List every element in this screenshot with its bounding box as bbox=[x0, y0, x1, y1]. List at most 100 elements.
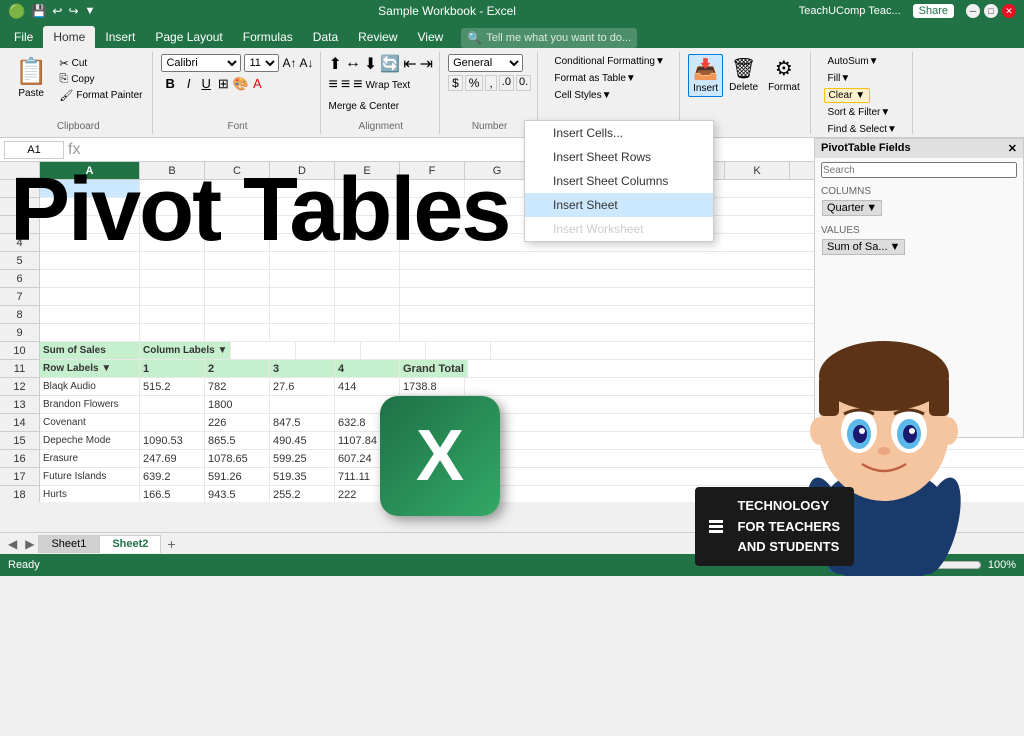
row-4[interactable]: 4 bbox=[0, 234, 39, 252]
cell-e4[interactable] bbox=[335, 234, 400, 251]
cell-c8[interactable] bbox=[205, 306, 270, 323]
cell-10-e[interactable] bbox=[361, 342, 426, 359]
align-right-button[interactable]: ≡ bbox=[353, 76, 362, 94]
quick-save[interactable]: 💾 bbox=[31, 4, 46, 18]
tab-data[interactable]: Data bbox=[303, 26, 348, 48]
align-top-button[interactable]: ⬆ bbox=[329, 54, 342, 74]
clear-button[interactable]: Clear ▼ bbox=[824, 88, 871, 103]
conditional-formatting-button[interactable]: Conditional Formatting▼ bbox=[550, 54, 669, 69]
tab-formulas[interactable]: Formulas bbox=[233, 26, 303, 48]
comma-button[interactable]: , bbox=[485, 75, 496, 91]
paste-button[interactable]: 📋 Paste bbox=[10, 54, 52, 101]
cell-g1[interactable] bbox=[465, 180, 530, 197]
close-button[interactable]: ✕ bbox=[1002, 4, 1016, 18]
quick-access-more[interactable]: ▼ bbox=[85, 5, 96, 17]
cell-e6[interactable] bbox=[335, 270, 400, 287]
cell-d9[interactable] bbox=[270, 324, 335, 341]
cell-r14-c2[interactable]: 226 bbox=[205, 414, 270, 431]
align-middle-button[interactable]: ↔ bbox=[345, 54, 361, 74]
cell-r18-name[interactable]: Hurts bbox=[40, 486, 140, 502]
cell-e5[interactable] bbox=[335, 252, 400, 269]
col-header-e[interactable]: E bbox=[335, 162, 400, 179]
ribbon-search[interactable]: Tell me what you want to do... bbox=[486, 32, 631, 44]
bold-button[interactable]: B bbox=[161, 74, 178, 93]
row-16[interactable]: 16 bbox=[0, 450, 39, 468]
cell-r14-name[interactable]: Covenant bbox=[40, 414, 140, 431]
minimize-button[interactable]: ─ bbox=[966, 4, 980, 18]
cell-r13-c3[interactable] bbox=[270, 396, 335, 413]
cell-c7[interactable] bbox=[205, 288, 270, 305]
cell-d1[interactable] bbox=[270, 180, 335, 197]
align-bottom-button[interactable]: ⬇ bbox=[364, 54, 377, 74]
cell-r13-name[interactable]: Brandon Flowers bbox=[40, 396, 140, 413]
cell-a4[interactable] bbox=[40, 234, 140, 251]
cell-r12-name[interactable]: Blaqk Audio bbox=[40, 378, 140, 395]
tab-file[interactable]: File bbox=[4, 26, 43, 48]
delete-button[interactable]: 🗑 Delete bbox=[725, 54, 762, 95]
cell-c6[interactable] bbox=[205, 270, 270, 287]
border-button[interactable]: ⊞ bbox=[218, 76, 229, 92]
cell-10-f[interactable] bbox=[426, 342, 491, 359]
fill-color-button[interactable]: 🎨 bbox=[233, 76, 249, 92]
row-5[interactable]: 5 bbox=[0, 252, 39, 270]
sheet-tab-1[interactable]: Sheet1 bbox=[38, 535, 99, 553]
cell-c9[interactable] bbox=[205, 324, 270, 341]
cell-a6[interactable] bbox=[40, 270, 140, 287]
underline-button[interactable]: U bbox=[199, 75, 214, 92]
cell-r16-c2[interactable]: 1078.65 bbox=[205, 450, 270, 467]
row-9[interactable]: 9 bbox=[0, 324, 39, 342]
row-17[interactable]: 17 bbox=[0, 468, 39, 486]
cell-10-d[interactable] bbox=[296, 342, 361, 359]
row-12[interactable]: 12 bbox=[0, 378, 39, 396]
menu-item-insert-sheet[interactable]: Insert Sheet bbox=[525, 193, 713, 217]
cell-r17-c3[interactable]: 519.35 bbox=[270, 468, 335, 485]
cell-a5[interactable] bbox=[40, 252, 140, 269]
cell-e2[interactable] bbox=[335, 198, 400, 215]
cell-d7[interactable] bbox=[270, 288, 335, 305]
cell-r18-c2[interactable]: 943.5 bbox=[205, 486, 270, 502]
insert-button[interactable]: 📥 Insert bbox=[688, 54, 723, 97]
cell-r12-total[interactable]: 1738.8 bbox=[400, 378, 465, 395]
cell-d5[interactable] bbox=[270, 252, 335, 269]
cell-b9[interactable] bbox=[140, 324, 205, 341]
cell-r18-c3[interactable]: 255.2 bbox=[270, 486, 335, 502]
menu-item-insert-sheet-columns[interactable]: Insert Sheet Columns bbox=[525, 169, 713, 193]
format-button[interactable]: ⚙ Format bbox=[764, 54, 804, 95]
decimal-decrease-button[interactable]: 0. bbox=[516, 75, 531, 91]
number-format-select[interactable]: General bbox=[448, 54, 523, 72]
quarter-dropdown-icon[interactable]: ▼ bbox=[866, 202, 877, 214]
cell-a1[interactable] bbox=[40, 180, 140, 197]
tab-home[interactable]: Home bbox=[43, 26, 95, 48]
format-as-table-button[interactable]: Format as Table▼ bbox=[550, 71, 639, 86]
cell-e8[interactable] bbox=[335, 306, 400, 323]
row-6[interactable]: 6 bbox=[0, 270, 39, 288]
font-name-select[interactable]: Calibri bbox=[161, 54, 241, 72]
row-1[interactable]: 1 bbox=[0, 180, 39, 198]
cell-b2[interactable] bbox=[140, 198, 205, 215]
cell-b6[interactable] bbox=[140, 270, 205, 287]
menu-item-insert-cells[interactable]: Insert Cells... bbox=[525, 121, 713, 145]
row-15[interactable]: 15 bbox=[0, 432, 39, 450]
cell-r17-c2[interactable]: 591.26 bbox=[205, 468, 270, 485]
cell-grand-total-header[interactable]: Grand Total bbox=[400, 360, 468, 377]
cell-r14-c3[interactable]: 847.5 bbox=[270, 414, 335, 431]
row-3[interactable]: 3 bbox=[0, 216, 39, 234]
cell-r15-c3[interactable]: 490.45 bbox=[270, 432, 335, 449]
cell-r16-c3[interactable]: 599.25 bbox=[270, 450, 335, 467]
indent-increase-button[interactable]: ⇥ bbox=[420, 54, 433, 74]
account-label[interactable]: TeachUComp Teac... bbox=[799, 5, 901, 17]
cell-r13-c2[interactable]: 1800 bbox=[205, 396, 270, 413]
cell-r15-c2[interactable]: 865.5 bbox=[205, 432, 270, 449]
cell-a3[interactable] bbox=[40, 216, 140, 233]
sum-dropdown-icon[interactable]: ▼ bbox=[890, 241, 901, 253]
cell-e3[interactable] bbox=[335, 216, 400, 233]
pivot-value-sum[interactable]: Sum of Sa... ▼ bbox=[822, 239, 905, 255]
cell-a7[interactable] bbox=[40, 288, 140, 305]
col-header-a[interactable]: A bbox=[40, 162, 140, 179]
cell-e1[interactable] bbox=[335, 180, 400, 197]
col-header-b[interactable]: B bbox=[140, 162, 205, 179]
maximize-button[interactable]: □ bbox=[984, 4, 998, 18]
cell-10-c[interactable] bbox=[231, 342, 296, 359]
sheet-tab-add[interactable]: + bbox=[161, 536, 181, 552]
cell-d4[interactable] bbox=[270, 234, 335, 251]
